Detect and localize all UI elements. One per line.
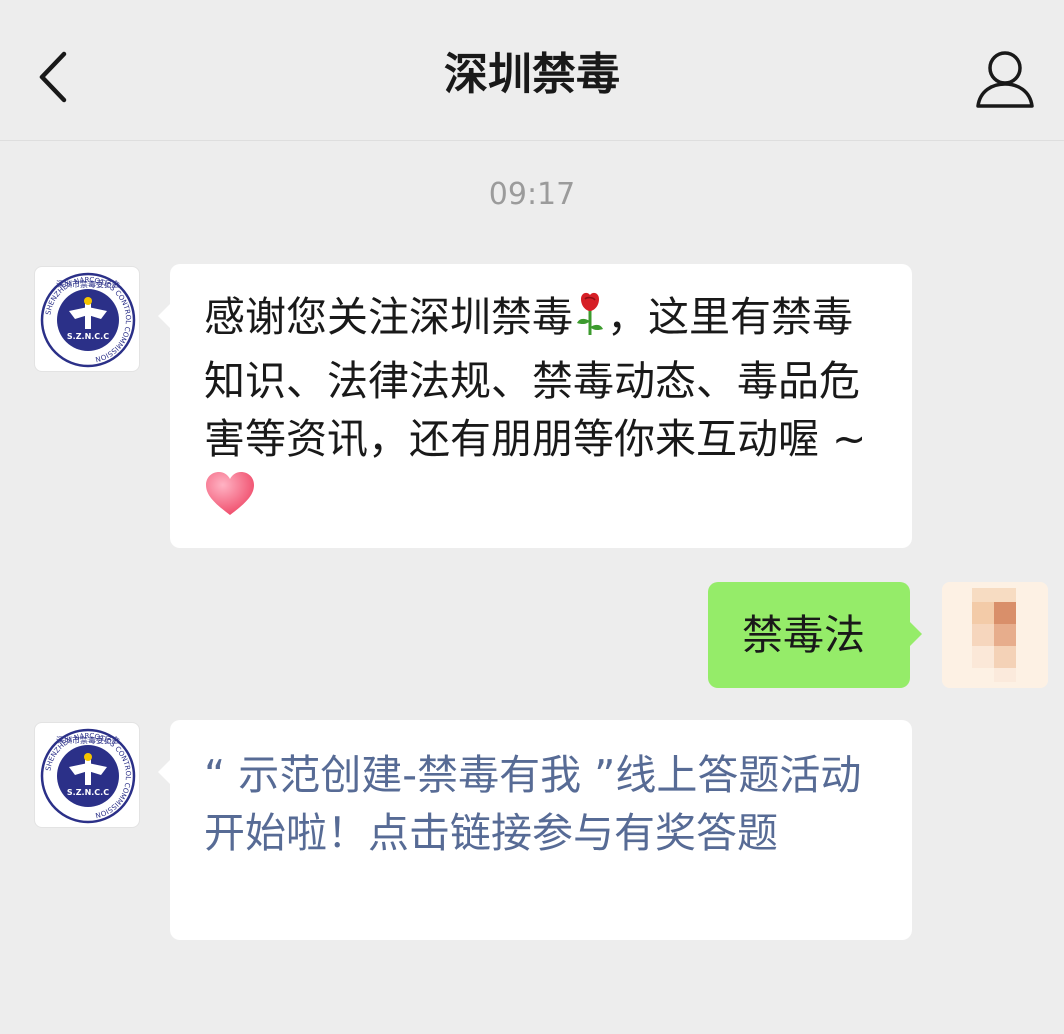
logo-center-text: S.Z.N.C.C	[67, 332, 109, 341]
message-bubble-welcome[interactable]: 感谢您关注深圳禁毒 ，这里有禁毒知识、法律法规、禁毒动态、毒品危害等资讯，还有朋朋…	[158, 264, 912, 548]
message-text: 感谢您关注深圳禁毒	[204, 293, 573, 341]
chevron-left-icon	[39, 51, 67, 103]
back-button[interactable]	[26, 42, 86, 112]
chat-screen: 深圳禁毒 09:17 SHENZHEN NARCOTICS CONTROL CO…	[0, 0, 1064, 1034]
official-avatar[interactable]: SHENZHEN NARCOTICS CONTROL COMMISSION 深圳…	[34, 722, 140, 828]
official-avatar[interactable]: SHENZHEN NARCOTICS CONTROL COMMISSION 深圳…	[34, 266, 140, 372]
quiz-link[interactable]: “ 示范创建-禁毒有我 ”线上答题活动开始啦！点击链接参与有奖答题	[204, 751, 861, 857]
heart-emoji	[204, 471, 256, 532]
blurred-avatar-image	[942, 582, 1048, 688]
logo-center-text: S.Z.N.C.C	[67, 788, 109, 797]
logo-top-text: 深圳市禁毒委员会	[56, 279, 120, 289]
bubble-tail	[158, 760, 170, 784]
message-bubble-link[interactable]: “ 示范创建-禁毒有我 ”线上答题活动开始啦！点击链接参与有奖答题	[158, 720, 912, 940]
person-icon	[976, 51, 1034, 108]
message-timestamp: 09:17	[488, 177, 576, 212]
message-text: 禁毒法	[742, 611, 865, 659]
page-title: 深圳禁毒	[444, 49, 620, 100]
bubble-tail	[158, 304, 170, 328]
user-avatar[interactable]	[942, 582, 1048, 688]
narcotics-control-logo: SHENZHEN NARCOTICS CONTROL COMMISSION 深圳…	[40, 728, 136, 824]
narcotics-control-logo: SHENZHEN NARCOTICS CONTROL COMMISSION 深圳…	[40, 272, 136, 368]
bubble-tail	[910, 622, 922, 646]
message-bubble-user[interactable]: 禁毒法	[708, 582, 922, 688]
top-bar: 深圳禁毒	[0, 0, 1064, 141]
profile-button[interactable]	[972, 46, 1038, 112]
logo-top-text: 深圳市禁毒委员会	[56, 735, 120, 745]
rose-emoji	[573, 291, 607, 352]
